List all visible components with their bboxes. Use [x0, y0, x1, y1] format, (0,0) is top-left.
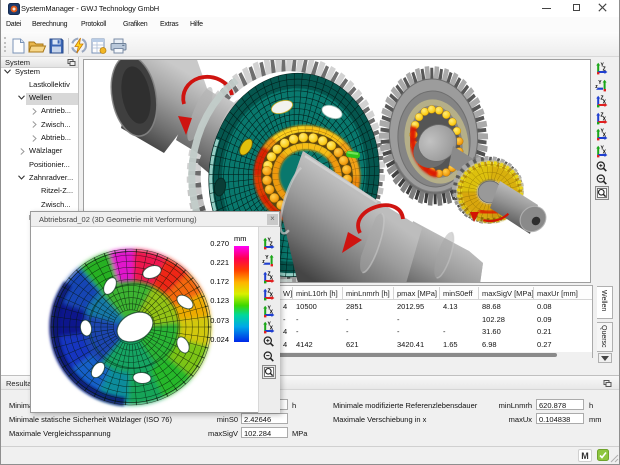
svg-text:Y: Y: [598, 80, 602, 86]
svg-text:Z: Z: [270, 242, 273, 248]
svg-text:Z: Z: [603, 67, 606, 73]
svg-text:Y: Y: [265, 255, 269, 261]
